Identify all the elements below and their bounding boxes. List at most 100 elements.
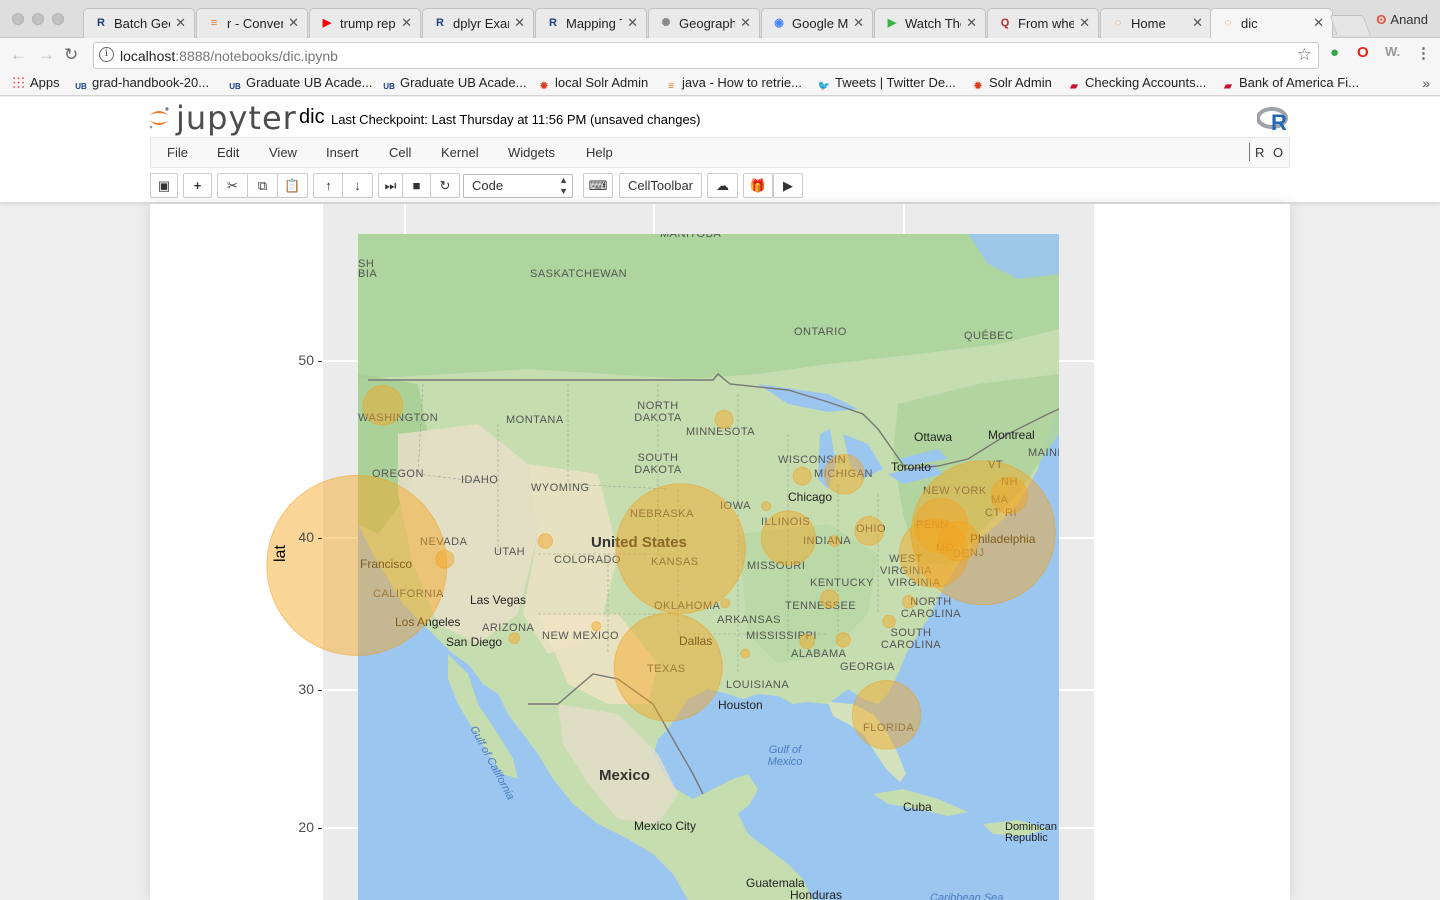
google-icon: ◉ <box>774 17 784 29</box>
close-tab-icon[interactable]: ✕ <box>175 15 186 31</box>
close-tab-icon[interactable]: ✕ <box>1079 15 1090 31</box>
tab-11[interactable]: ◌ dic ✕ <box>1210 8 1333 39</box>
tab-title: Google Ma <box>792 16 848 31</box>
command-palette-button[interactable]: ⌨ <box>583 173 613 198</box>
celltoolbar-button[interactable]: CellToolbar <box>619 173 702 198</box>
bookmark-star-icon[interactable]: ☆ <box>1297 45 1312 65</box>
menu-file[interactable]: File <box>167 145 188 160</box>
tab-5[interactable]: R Mapping T ✕ <box>535 8 647 38</box>
y-tick-mark <box>318 538 322 539</box>
move-up-button[interactable]: ↑ <box>313 173 344 198</box>
menu-view[interactable]: View <box>269 145 297 160</box>
cut-button[interactable]: ✂ <box>217 173 248 198</box>
close-tab-icon[interactable]: ✕ <box>401 15 412 31</box>
menu-cell[interactable]: Cell <box>389 145 411 160</box>
kernel-separator <box>1249 143 1250 161</box>
upload-button[interactable]: ☁ <box>707 173 738 198</box>
hangouts-extension-icon[interactable]: ● <box>1330 44 1339 61</box>
tab-9[interactable]: Q From wher ✕ <box>987 8 1099 38</box>
bookmark-item[interactable]: ✹ local Solr Admin <box>537 75 648 94</box>
url-path: :8888/notebooks/dic.ipynb <box>175 48 338 64</box>
map-region-label: VIRGINIA <box>888 577 941 589</box>
opera-extension-icon[interactable]: O <box>1357 44 1369 61</box>
map-region-label: VT <box>988 459 1004 471</box>
close-tab-icon[interactable]: ✕ <box>627 15 638 31</box>
map-region-label: CALIFORNIA <box>373 588 445 600</box>
tab-10[interactable]: ◌ Home ✕ <box>1100 8 1212 38</box>
restart-button[interactable]: ↻ <box>430 173 460 198</box>
close-tab-icon[interactable]: ✕ <box>1313 15 1324 31</box>
menu-kebab-icon[interactable]: ⋮ <box>1416 44 1431 62</box>
menu-edit[interactable]: Edit <box>217 145 239 160</box>
bookmark-item[interactable]: UB grad-handbook-20... <box>74 75 209 94</box>
new-tab-button[interactable] <box>1329 15 1371 35</box>
gift-button[interactable]: 🎁 <box>743 173 773 198</box>
address-bar[interactable]: i localhost:8888/notebooks/dic.ipynb ☆ <box>93 42 1319 69</box>
bookmark-label: Apps <box>30 75 60 90</box>
minimize-window-button[interactable] <box>32 13 44 25</box>
map-region-label: INDIANA <box>803 535 852 547</box>
map-region-label: KANSAS <box>651 556 699 568</box>
close-tab-icon[interactable]: ✕ <box>1192 15 1203 31</box>
menu-insert[interactable]: Insert <box>326 145 359 160</box>
copy-button[interactable]: ⧉ <box>247 173 278 198</box>
tab-title: dic <box>1241 16 1258 31</box>
insert-cell-button[interactable]: + <box>183 173 212 198</box>
save-button[interactable]: ▣ <box>150 173 178 198</box>
close-tab-icon[interactable]: ✕ <box>740 15 751 31</box>
paste-button[interactable]: 📋 <box>277 173 308 198</box>
bookmark-item[interactable]: ✹ Solr Admin <box>971 75 1052 94</box>
map-region-label: WYOMING <box>531 482 590 494</box>
close-tab-icon[interactable]: ✕ <box>966 15 977 31</box>
bookmark-label: grad-handbook-20... <box>92 75 210 90</box>
profile-button[interactable]: ʘ Anand <box>1376 12 1428 27</box>
reload-icon[interactable]: ↻ <box>64 45 78 65</box>
bookmark-item[interactable]: UB Graduate UB Acade... <box>228 75 372 94</box>
map-region-label: IOWA <box>720 500 751 512</box>
interrupt-button[interactable]: ■ <box>402 173 431 198</box>
solr-icon: ✹ <box>539 81 549 92</box>
map-water-label: Gulf of Mexico <box>767 744 803 768</box>
menu-help[interactable]: Help <box>586 145 613 160</box>
close-tab-icon[interactable]: ✕ <box>514 15 525 31</box>
bookmarks-overflow-icon[interactable]: » <box>1422 75 1430 91</box>
bookmark-item[interactable]: Apps <box>12 75 60 90</box>
video-icon: ▶ <box>783 178 793 193</box>
run-button[interactable]: ⏭ <box>378 173 403 198</box>
info-icon[interactable]: i <box>99 47 114 62</box>
forward-arrow-icon[interactable]: → <box>38 45 55 65</box>
cell-type-select[interactable]: Code ▲ ▼ <box>463 174 573 198</box>
map-region-label: WASHINGTON <box>358 412 439 424</box>
video-button[interactable]: ▶ <box>773 173 803 198</box>
maximize-window-button[interactable] <box>52 13 64 25</box>
bookmark-label: Tweets | Twitter De... <box>835 75 956 90</box>
bookmark-item[interactable]: ▰ Checking Accounts... <box>1067 75 1206 94</box>
menu-kernel[interactable]: Kernel <box>441 145 479 160</box>
close-window-button[interactable] <box>12 13 24 25</box>
select-arrows-icon: ▲ ▼ <box>559 175 568 196</box>
close-tab-icon[interactable]: ✕ <box>288 15 299 31</box>
move-down-button[interactable]: ↓ <box>342 173 373 198</box>
wordtune-extension-icon[interactable]: W. <box>1385 44 1400 59</box>
bookmark-item[interactable]: 🐦 Tweets | Twitter De... <box>817 75 956 94</box>
tab-6[interactable]: ✺ Geographi ✕ <box>648 8 760 38</box>
close-tab-icon[interactable]: ✕ <box>853 15 864 31</box>
map-region-label: NEW MEXICO <box>542 630 620 642</box>
back-arrow-icon[interactable]: ← <box>10 45 27 65</box>
tab-7[interactable]: ◉ Google Ma ✕ <box>761 8 873 38</box>
tab-1[interactable]: R Batch Geo ✕ <box>83 8 195 38</box>
tab-4[interactable]: Rdplyr Exan ✕ <box>422 8 534 38</box>
apps-grid-icon <box>12 76 25 89</box>
tab-3[interactable]: ▶ trump rep ✕ <box>309 8 421 38</box>
menu-widgets[interactable]: Widgets <box>508 145 555 160</box>
tab-8[interactable]: ▶ Watch The ✕ <box>874 8 986 38</box>
bookmark-item[interactable]: ▰ Bank of America Fi... <box>1221 75 1359 94</box>
ub-icon: UB <box>383 82 395 91</box>
map-region-label: MANITOBA <box>660 234 722 240</box>
bookmark-label: Graduate UB Acade... <box>246 75 373 90</box>
bookmark-item[interactable]: ≡ java - How to retrie... <box>664 75 802 94</box>
tab-2[interactable]: ≡ r - Conver ✕ <box>196 8 308 38</box>
map-region-label: OREGON <box>372 468 424 480</box>
bookmark-item[interactable]: UB Graduate UB Acade... <box>382 75 526 94</box>
notebook-name[interactable]: dic <box>299 106 325 129</box>
